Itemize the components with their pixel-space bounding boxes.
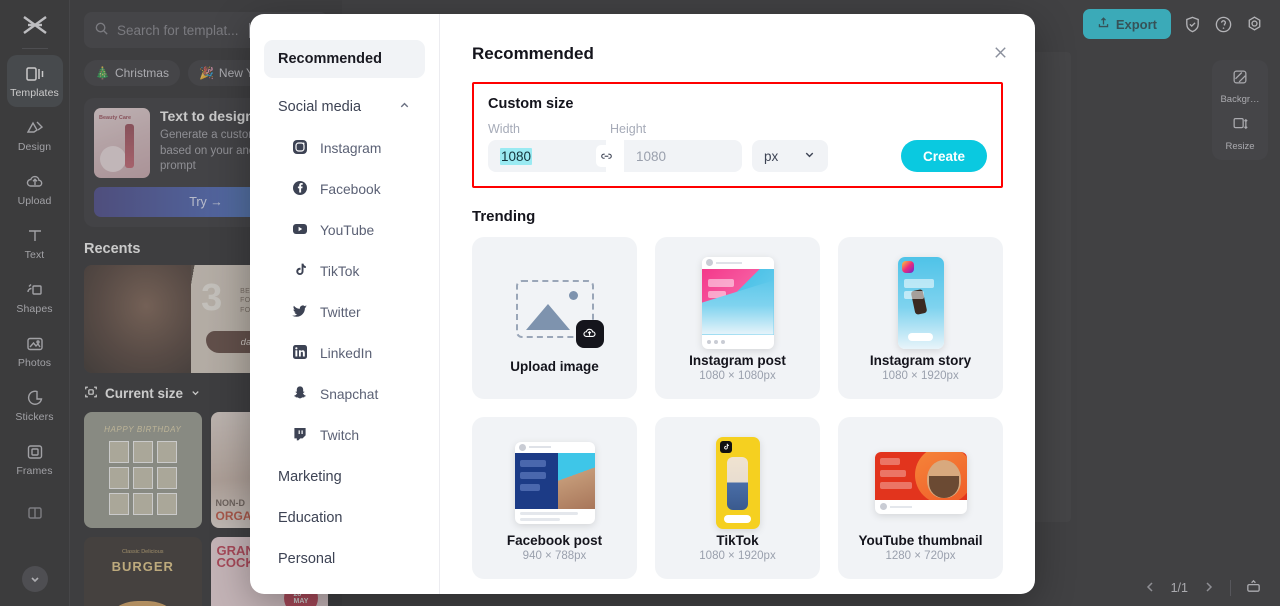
- trending-card-tiktok[interactable]: TikTok 1080 × 1920px: [655, 417, 820, 579]
- nav-item-recommended[interactable]: Recommended: [264, 40, 425, 78]
- trending-heading: Trending: [472, 208, 1003, 225]
- custom-size-controls: 1080 1080 px Create: [488, 140, 987, 172]
- card-dimensions: 1280 × 720px: [885, 550, 955, 562]
- nav-item-tiktok[interactable]: TikTok: [264, 251, 425, 292]
- facebook-icon: [292, 180, 308, 199]
- height-label: Height: [610, 122, 646, 136]
- nav-item-label: Twitch: [320, 428, 359, 443]
- nav-item-youtube[interactable]: YouTube: [264, 210, 425, 251]
- nav-item-label: Facebook: [320, 182, 381, 197]
- width-value: 1080: [500, 148, 532, 165]
- custom-size-section: Custom size Width Height 1080 1080: [472, 82, 1003, 188]
- height-value: 1080: [636, 149, 666, 164]
- sun-dot-shape: [569, 291, 578, 300]
- chevron-down-icon: [803, 148, 816, 164]
- card-title: Facebook post: [507, 533, 602, 548]
- nav-item-marketing[interactable]: Marketing: [264, 456, 425, 497]
- tiktok-art: [716, 435, 760, 531]
- size-picker-dialog: Recommended Social media Instagram Faceb…: [250, 14, 1035, 594]
- nav-item-twitch[interactable]: Twitch: [264, 415, 425, 456]
- twitch-icon: [292, 426, 308, 445]
- card-dimensions: 940 × 788px: [523, 550, 587, 562]
- unit-value: px: [764, 149, 778, 164]
- page-title: Recommended: [472, 44, 1003, 64]
- trending-card-instagram-story[interactable]: Instagram story 1080 × 1920px: [838, 237, 1003, 399]
- nav-item-label: Snapchat: [320, 387, 378, 402]
- nav-item-instagram[interactable]: Instagram: [264, 128, 425, 169]
- card-title: Upload image: [510, 359, 599, 374]
- mountain-shape: [526, 304, 570, 330]
- trending-card-upload-image[interactable]: Upload image: [472, 237, 637, 399]
- custom-size-labels: Width Height: [488, 122, 987, 136]
- card-title: YouTube thumbnail: [859, 533, 983, 548]
- close-icon[interactable]: [992, 44, 1009, 66]
- upload-image-art: [516, 261, 594, 357]
- trending-grid: Upload image: [472, 237, 1003, 579]
- linkedin-icon: [292, 344, 308, 363]
- trending-card-youtube-thumbnail[interactable]: YouTube thumbnail 1280 × 720px: [838, 417, 1003, 579]
- dialog-sidebar: Recommended Social media Instagram Faceb…: [250, 14, 440, 594]
- snapchat-icon: [292, 385, 308, 404]
- dialog-content: Recommended Custom size Width Height 108…: [440, 14, 1035, 594]
- nav-item-label: YouTube: [320, 223, 374, 238]
- nav-item-label: TikTok: [320, 264, 359, 279]
- trending-card-instagram-post[interactable]: Instagram post 1080 × 1080px: [655, 237, 820, 399]
- height-input[interactable]: 1080: [624, 140, 742, 172]
- nav-item-education[interactable]: Education: [264, 497, 425, 538]
- nav-item-linkedin[interactable]: LinkedIn: [264, 333, 425, 374]
- instagram-story-art: [898, 255, 944, 351]
- card-dimensions: 1080 × 1920px: [882, 370, 958, 382]
- instagram-badge-icon: [902, 261, 914, 273]
- nav-item-snapchat[interactable]: Snapchat: [264, 374, 425, 415]
- twitter-icon: [292, 303, 308, 322]
- card-title: Instagram story: [870, 353, 971, 368]
- nav-group-label: Social media: [278, 99, 361, 115]
- unit-select[interactable]: px: [752, 140, 828, 172]
- create-button[interactable]: Create: [901, 140, 987, 172]
- upload-cloud-icon: [576, 320, 604, 348]
- card-title: TikTok: [716, 533, 758, 548]
- nav-item-personal[interactable]: Personal: [264, 538, 425, 579]
- app-root: Templates Design Upload Text: [0, 0, 1280, 606]
- youtube-icon: [292, 221, 308, 240]
- instagram-post-art: [702, 255, 774, 351]
- link-aspect-ratio-icon[interactable]: [596, 145, 616, 167]
- card-title: Instagram post: [689, 353, 786, 368]
- chevron-up-icon: [398, 99, 411, 116]
- nav-group-social-media[interactable]: Social media: [264, 86, 425, 128]
- tiktok-icon: [292, 262, 308, 281]
- nav-item-label: Instagram: [320, 141, 381, 156]
- nav-item-twitter[interactable]: Twitter: [264, 292, 425, 333]
- facebook-post-art: [515, 435, 595, 531]
- nav-item-facebook[interactable]: Facebook: [264, 169, 425, 210]
- tiktok-badge-icon: [720, 441, 732, 453]
- nav-item-label: LinkedIn: [320, 346, 372, 361]
- custom-size-heading: Custom size: [488, 96, 987, 112]
- card-dimensions: 1080 × 1080px: [699, 370, 775, 382]
- trending-card-facebook-post[interactable]: Facebook post 940 × 788px: [472, 417, 637, 579]
- nav-item-label: Twitter: [320, 305, 361, 320]
- youtube-thumbnail-art: [875, 435, 967, 531]
- width-label: Width: [488, 122, 610, 136]
- width-input[interactable]: 1080: [488, 140, 606, 172]
- instagram-icon: [292, 139, 308, 158]
- card-dimensions: 1080 × 1920px: [699, 550, 775, 562]
